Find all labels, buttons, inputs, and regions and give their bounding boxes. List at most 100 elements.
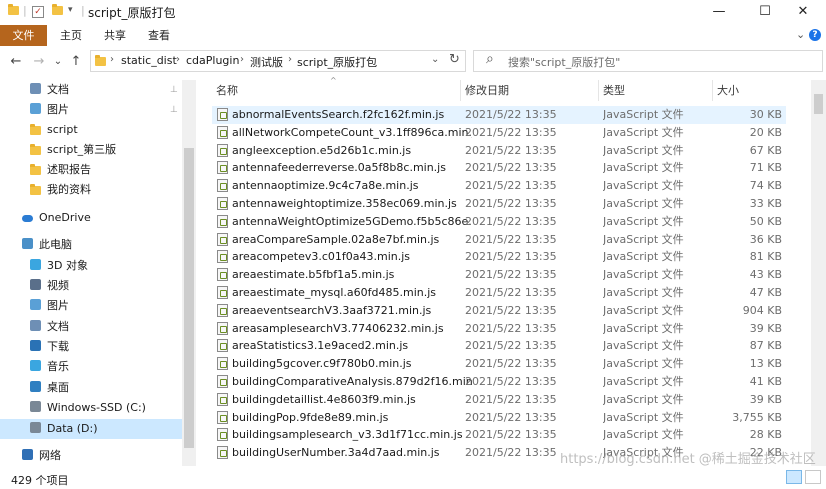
sidebar-item[interactable]: 下载: [0, 337, 182, 357]
back-arrow-icon[interactable]: ←: [8, 53, 24, 71]
sidebar-item-label: 述职报告: [47, 163, 91, 176]
file-row[interactable]: allNetworkCompeteCount_v3.1ff896ca.min.j…: [212, 124, 786, 142]
file-name: antennaWeightOptimize5GDemo.f5b5c86e....: [232, 215, 472, 228]
navigation-pane-scroll-thumb[interactable]: [184, 148, 194, 448]
tab-view[interactable]: 查看: [148, 25, 170, 46]
sidebar-item[interactable]: 3D 对象: [0, 256, 182, 276]
file-size: 20 KB: [749, 126, 782, 139]
javascript-file-icon: [217, 339, 228, 352]
file-row[interactable]: abnormalEventsSearch.f2fc162f.min.js 2021…: [212, 106, 786, 124]
file-name: buildingsamplesearch_v3.3d1f71cc.min.js: [232, 428, 463, 441]
file-row[interactable]: areaStatistics3.1e9aced2.min.js 2021/5/22…: [212, 337, 786, 355]
file-row[interactable]: antennaoptimize.9c4c7a8e.min.js 2021/5/22…: [212, 177, 786, 195]
sidebar-item-label: 网络: [39, 449, 61, 462]
file-row[interactable]: buildingPop.9fde8e89.min.js 2021/5/22 13:…: [212, 409, 786, 427]
file-row[interactable]: angleexception.e5d26b1c.min.js 2021/5/22 …: [212, 142, 786, 160]
sidebar-item[interactable]: 视频: [0, 276, 182, 296]
tab-share[interactable]: 共享: [104, 25, 126, 46]
file-row[interactable]: antennaweightoptimize.358ec069.min.js 202…: [212, 195, 786, 213]
file-row[interactable]: areaeventsearchV3.3aaf3721.min.js 2021/5/…: [212, 302, 786, 320]
search-icon: ⌕: [486, 51, 494, 67]
file-date-modified: 2021/5/22 13:35: [465, 144, 557, 157]
sidebar-item-label: OneDrive: [39, 211, 91, 224]
javascript-file-icon: [217, 250, 228, 263]
file-row[interactable]: areacompetev3.c01f0a43.min.js 2021/5/22 1…: [212, 248, 786, 266]
breadcrumb-separator[interactable]: ›: [240, 54, 244, 65]
refresh-icon[interactable]: ↻: [449, 52, 460, 67]
file-name: abnormalEventsSearch.f2fc162f.min.js: [232, 108, 445, 121]
sidebar-item[interactable]: script_第三版: [0, 140, 182, 160]
sidebar-item[interactable]: 文档 ⊥: [0, 80, 182, 100]
file-name: buildingdetaillist.4e8603f9.min.js: [232, 393, 416, 406]
customize-quick-access-chevron-icon[interactable]: ▾: [68, 5, 73, 15]
sidebar-item-label: 音乐: [47, 360, 69, 373]
close-button[interactable]: ✕: [780, 0, 826, 25]
file-name: buildingUserNumber.3a4d7aad.min.js: [232, 446, 440, 459]
file-date-modified: 2021/5/22 13:35: [465, 250, 557, 263]
file-list-scroll-thumb[interactable]: [814, 94, 823, 114]
breadcrumb-separator[interactable]: ›: [176, 54, 180, 65]
minimize-button[interactable]: —: [696, 0, 742, 25]
large-icons-view-icon[interactable]: [805, 470, 821, 484]
sidebar-item[interactable]: 我的资料: [0, 180, 182, 200]
search-placeholder[interactable]: 搜索"script_原版打包": [508, 54, 620, 70]
file-row[interactable]: areaestimate.b5fbf1a5.min.js 2021/5/22 13…: [212, 266, 786, 284]
column-header-size[interactable]: 大小: [713, 80, 793, 101]
help-icon[interactable]: ?: [809, 29, 821, 41]
file-row[interactable]: areaCompareSample.02a8e7bf.min.js 2021/5/…: [212, 231, 786, 249]
up-arrow-icon[interactable]: ↑: [68, 53, 84, 71]
breadcrumb-static-dist[interactable]: static_dist: [121, 54, 177, 67]
file-date-modified: 2021/5/22 13:35: [465, 286, 557, 299]
pictures-icon: [30, 103, 41, 114]
column-header-date-modified[interactable]: 修改日期: [461, 80, 598, 101]
file-date-modified: 2021/5/22 13:35: [465, 411, 557, 424]
forward-arrow-icon[interactable]: →: [31, 53, 47, 71]
address-dropdown-chevron-icon[interactable]: ⌄: [431, 54, 439, 65]
file-date-modified: 2021/5/22 13:35: [465, 268, 557, 281]
pin-icon[interactable]: ⊥: [170, 80, 178, 100]
sidebar-item[interactable]: 文档: [0, 317, 182, 337]
sidebar-item[interactable]: 图片: [0, 296, 182, 316]
sidebar-item[interactable]: 此电脑: [0, 235, 182, 255]
breadcrumb-separator[interactable]: ›: [288, 54, 292, 65]
file-row[interactable]: antennaWeightOptimize5GDemo.f5b5c86e....…: [212, 213, 786, 231]
file-row[interactable]: areaestimate_mysql.a60fd485.min.js 2021/5…: [212, 284, 786, 302]
sidebar-item[interactable]: 音乐: [0, 357, 182, 377]
tab-home[interactable]: 主页: [60, 25, 82, 46]
sidebar-item[interactable]: 网络: [0, 446, 182, 466]
breadcrumb-cdaplugin[interactable]: cdaPlugin: [186, 54, 239, 67]
file-row[interactable]: buildingdetaillist.4e8603f9.min.js 2021/5…: [212, 391, 786, 409]
recent-locations-chevron-icon[interactable]: ⌄: [50, 53, 66, 71]
sidebar-item[interactable]: script: [0, 120, 182, 140]
file-row[interactable]: buildingsamplesearch_v3.3d1f71cc.min.js 2…: [212, 426, 786, 444]
sidebar-item[interactable]: Data (D:): [0, 419, 182, 439]
pin-icon[interactable]: ⊥: [170, 100, 178, 120]
tab-file[interactable]: 文件: [0, 25, 47, 46]
file-row[interactable]: buildingComparativeAnalysis.879d2f16.min…: [212, 373, 786, 391]
file-row[interactable]: antennafeederreverse.0a5f8b8c.min.js 2021…: [212, 159, 786, 177]
javascript-file-icon: [217, 304, 228, 317]
sidebar-item[interactable]: 桌面: [0, 378, 182, 398]
breadcrumb-current-folder[interactable]: script_原版打包: [297, 54, 377, 70]
file-name: areaeventsearchV3.3aaf3721.min.js: [232, 304, 432, 317]
sidebar-item[interactable]: Windows-SSD (C:): [0, 398, 182, 418]
ribbon-collapse-chevron-icon[interactable]: ⌄: [796, 28, 805, 41]
file-name: antennaoptimize.9c4c7a8e.min.js: [232, 179, 419, 192]
column-header-name[interactable]: 名称: [212, 80, 462, 101]
sidebar-item[interactable]: 图片 ⊥: [0, 100, 182, 120]
sidebar-item[interactable]: OneDrive: [0, 208, 182, 228]
breadcrumb-test-version[interactable]: 测试版: [250, 54, 283, 70]
new-folder-icon[interactable]: [50, 4, 64, 17]
file-row[interactable]: areasamplesearchV3.77406232.min.js 2021/5…: [212, 320, 786, 338]
file-list-scrollbar[interactable]: [811, 80, 826, 466]
javascript-file-icon: [217, 161, 228, 174]
column-header-type[interactable]: 类型: [599, 80, 712, 101]
details-view-icon[interactable]: [786, 470, 802, 484]
file-size: 50 KB: [749, 215, 782, 228]
file-date-modified: 2021/5/22 13:35: [465, 357, 557, 370]
file-row[interactable]: building5gcover.c9f780b0.min.js 2021/5/22…: [212, 355, 786, 373]
properties-check-icon[interactable]: ✓: [32, 6, 44, 18]
breadcrumb-separator[interactable]: ›: [110, 54, 114, 65]
sidebar-item-label: 我的资料: [47, 183, 91, 196]
sidebar-item[interactable]: 述职报告: [0, 160, 182, 180]
